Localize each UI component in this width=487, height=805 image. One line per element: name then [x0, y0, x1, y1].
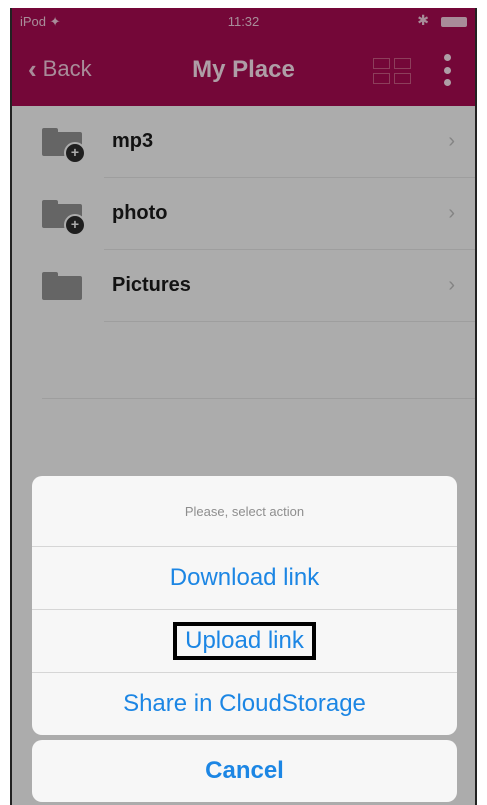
- share-cloudstorage-label: Share in CloudStorage: [123, 690, 366, 717]
- screen: iPod ✦ 11:32 ✱ ‹ Back My Place + mp3 › +…: [10, 8, 477, 805]
- download-link-button[interactable]: Download link: [32, 547, 457, 610]
- upload-link-button[interactable]: Upload link: [32, 610, 457, 673]
- cancel-button[interactable]: Cancel: [32, 740, 457, 802]
- action-sheet: Please, select action Download link Uplo…: [32, 476, 457, 735]
- cancel-label: Cancel: [205, 757, 284, 784]
- upload-link-label: Upload link: [173, 621, 316, 661]
- download-link-label: Download link: [169, 564, 320, 591]
- device-frame: iPod ✦ 11:32 ✱ ‹ Back My Place + mp3 › +…: [0, 0, 487, 805]
- action-sheet-prompt: Please, select action: [32, 476, 457, 547]
- share-cloudstorage-button[interactable]: Share in CloudStorage: [32, 673, 457, 735]
